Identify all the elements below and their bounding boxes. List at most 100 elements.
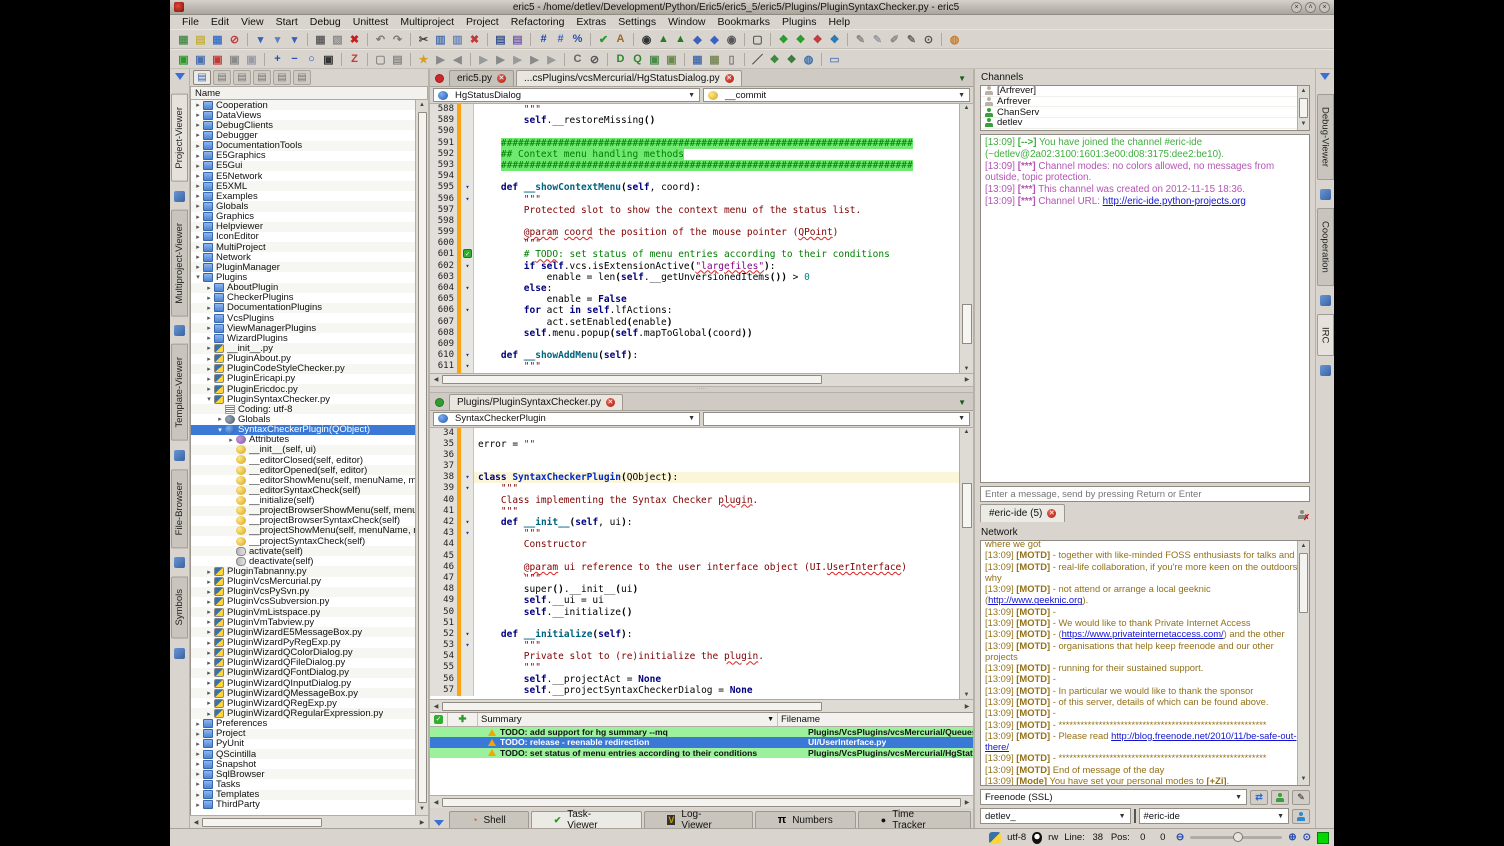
tree-item[interactable]: ▸E5Network <box>191 171 415 181</box>
user-item[interactable]: ChanServ <box>981 107 1309 118</box>
code-line[interactable]: 53▾ """ <box>430 640 959 651</box>
scroll-up-icon[interactable]: ▲ <box>419 100 425 111</box>
bookmark-next-icon[interactable]: ▶ <box>432 51 449 67</box>
tree-item[interactable]: __editorClosed(self, editor) <box>191 455 415 465</box>
code-line[interactable]: 45 <box>430 551 959 562</box>
tree-item[interactable]: ▸E5XML <box>191 181 415 191</box>
code-line[interactable]: 599 @param coord the position of the mou… <box>430 227 959 238</box>
menu-extras[interactable]: Extras <box>570 16 612 28</box>
expander-icon[interactable]: ▸ <box>193 182 203 190</box>
tab-task-viewer[interactable]: ✔Task-Viewer <box>531 811 643 828</box>
tree-item[interactable]: ▸PluginWizardQFileDialog.py <box>191 658 415 668</box>
code-line[interactable]: 38▾class SyntaxCheckerPlugin(QObject): <box>430 472 959 483</box>
stop-icon[interactable]: ⊘ <box>586 51 603 67</box>
expander-icon[interactable]: ▸ <box>204 699 214 707</box>
trash-icon[interactable]: ▯ <box>723 51 740 67</box>
side-tab-multiproject-viewer[interactable]: Multiproject-Viewer <box>171 210 188 317</box>
tree-item[interactable]: ▸MultiProject <box>191 242 415 252</box>
scroll-up-icon[interactable]: ▲ <box>964 429 970 435</box>
connect-network-button[interactable]: ⇄ <box>1250 790 1268 805</box>
tree-item[interactable]: activate(self) <box>191 546 415 556</box>
menu-settings[interactable]: Settings <box>612 16 662 28</box>
tab-list-dropdown-icon[interactable]: ▼ <box>954 398 970 410</box>
scroll-right-icon[interactable]: ▶ <box>416 819 428 826</box>
step-over-icon[interactable]: ▶ <box>509 51 526 67</box>
fold-margin[interactable]: ▾ <box>462 182 474 193</box>
task-row[interactable]: TODO: set status of menu entries accordi… <box>430 748 973 758</box>
code-line[interactable]: 51 <box>430 618 959 629</box>
close-icon[interactable]: ✕ <box>725 74 734 83</box>
expander-icon[interactable]: ▸ <box>193 213 203 221</box>
tree-item[interactable]: __editorOpened(self, editor) <box>191 465 415 475</box>
editor-vertical-scrollbar[interactable]: ▲ ▼ <box>959 104 973 373</box>
tree-item[interactable]: ▸Globals <box>191 414 415 424</box>
tree-item[interactable]: ▸PluginVmListspace.py <box>191 607 415 617</box>
run-script-icon[interactable]: ❖ <box>766 51 783 67</box>
expander-icon[interactable]: ▸ <box>193 142 203 150</box>
tree-item[interactable]: ▸PluginWizardQMessageBox.py <box>191 688 415 698</box>
tree-item[interactable]: ▸PluginVcsSubversion.py <box>191 597 415 607</box>
code-line[interactable]: 596▾ """ <box>430 194 959 205</box>
tree-item[interactable]: ▸PluginWizardQInputDialog.py <box>191 678 415 688</box>
message-input[interactable] <box>980 486 1310 502</box>
tree-item[interactable]: __editorSyntaxCheck(self) <box>191 485 415 495</box>
expander-icon[interactable]: ▾ <box>193 273 203 281</box>
code-area[interactable]: 3435error = ""363738▾class SyntaxChecker… <box>430 428 959 700</box>
translations-tab-icon[interactable]: ▤ <box>253 70 271 85</box>
expander-icon[interactable]: ▸ <box>204 639 214 647</box>
code-line[interactable]: 604▾ else: <box>430 283 959 294</box>
expander-icon[interactable]: ▸ <box>204 375 214 383</box>
tree-item[interactable]: ▸ViewManagerPlugins <box>191 323 415 333</box>
expander-icon[interactable]: ▸ <box>193 791 203 799</box>
window-close-button[interactable]: × <box>1319 2 1330 13</box>
ui-preview-icon[interactable]: ▣ <box>646 51 663 67</box>
expander-icon[interactable]: ▸ <box>204 689 214 697</box>
tree-item[interactable]: ▸Cooperation <box>191 100 415 110</box>
scrollbar-thumb[interactable] <box>1299 553 1308 613</box>
code-line[interactable]: 605 enable = False <box>430 294 959 305</box>
tree-item[interactable]: ▸Network <box>191 252 415 262</box>
icon-editor-icon[interactable]: ▦ <box>706 51 723 67</box>
user-item[interactable]: detlev <box>981 118 1309 129</box>
zoom-in-icon[interactable]: ⊕ <box>1288 832 1296 843</box>
away-button[interactable] <box>1271 790 1289 805</box>
code-line[interactable]: 593 ####################################… <box>430 160 959 171</box>
tree-item[interactable]: ▸Preferences <box>191 719 415 729</box>
code-line[interactable]: 46 @param ui reference to the user inter… <box>430 562 959 573</box>
task-priority-column-icon[interactable]: ✚ <box>448 713 478 726</box>
tree-item[interactable]: ▸PluginCodeStyleChecker.py <box>191 364 415 374</box>
side-tab-debug-viewer[interactable]: Debug-Viewer <box>1317 94 1334 180</box>
expander-icon[interactable]: ▸ <box>226 436 236 444</box>
tab-log-viewer[interactable]: VLog-Viewer <box>644 811 752 828</box>
code-line[interactable]: 601✓ # TODO: set status of menu entries … <box>430 249 959 260</box>
expander-icon[interactable]: ▸ <box>193 111 203 119</box>
network-selector-combo[interactable]: Freenode (SSL) ▼ <box>980 789 1247 805</box>
code-line[interactable]: 588 """ <box>430 104 959 115</box>
filter-icon[interactable] <box>1320 73 1330 80</box>
restore-window-icon[interactable]: ▢ <box>749 31 766 47</box>
tree-item[interactable]: ▸DebugClients <box>191 120 415 130</box>
tree-item[interactable]: __projectBrowserSyntaxCheck(self) <box>191 516 415 526</box>
code-line[interactable]: 608 self.menu.popup(self.mapToGlobal(coo… <box>430 328 959 339</box>
fold-margin[interactable]: ▾ <box>462 629 474 640</box>
close-icon[interactable]: ✕ <box>1047 509 1056 518</box>
editor-splitter[interactable]: ····· <box>430 386 973 393</box>
method-selector-combo[interactable]: ▼ <box>703 412 970 426</box>
scroll-up-icon[interactable]: ▲ <box>1301 541 1307 552</box>
code-line[interactable]: 36 <box>430 450 959 461</box>
scroll-left-icon[interactable]: ◀ <box>190 819 202 826</box>
scroll-left-icon[interactable]: ◀ <box>430 376 442 383</box>
search-icon[interactable]: ▤ <box>492 31 509 47</box>
replace-icon[interactable]: ▤ <box>509 31 526 47</box>
new-window-icon[interactable]: ▦ <box>175 31 192 47</box>
tree-item[interactable]: ▸PluginVcsMercurial.py <box>191 577 415 587</box>
side-tab-template-viewer[interactable]: Template-Viewer <box>171 344 188 441</box>
fold-margin[interactable]: ▾ <box>462 283 474 294</box>
tree-item[interactable]: ▸PluginAbout.py <box>191 354 415 364</box>
menu-project[interactable]: Project <box>460 16 505 28</box>
tree-item[interactable]: ▸PluginVmTabview.py <box>191 617 415 627</box>
expander-icon[interactable]: ▸ <box>204 649 214 657</box>
task-summary-column[interactable]: Summary▼ <box>478 713 778 726</box>
scrollbar-thumb[interactable] <box>442 702 822 711</box>
expander-icon[interactable]: ▸ <box>204 588 214 596</box>
